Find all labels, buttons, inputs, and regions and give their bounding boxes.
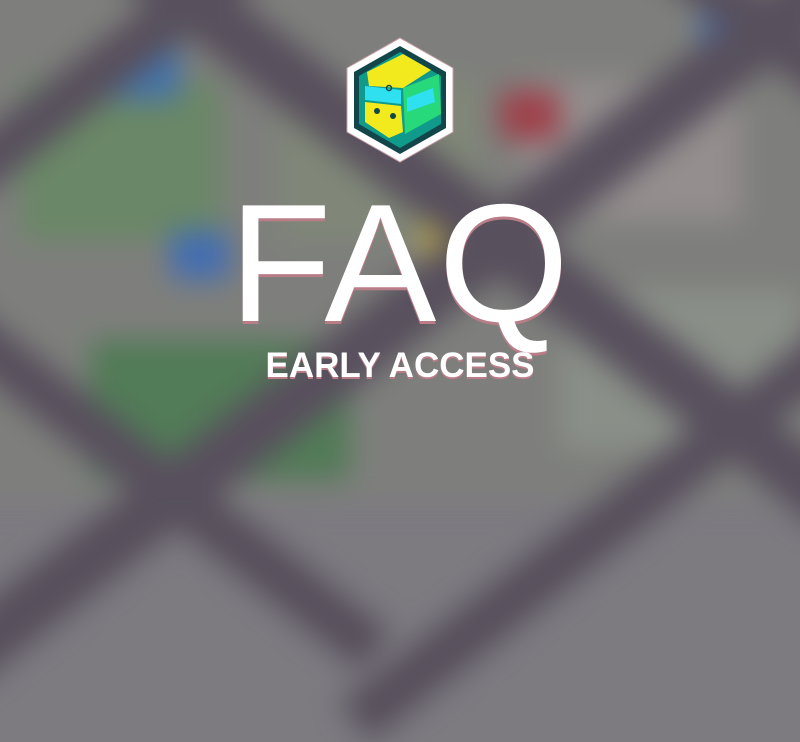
page-title: FAQ — [228, 169, 572, 357]
train-logo-icon — [346, 37, 454, 163]
subtitle-early-access: EARLY ACCESS — [265, 346, 535, 385]
